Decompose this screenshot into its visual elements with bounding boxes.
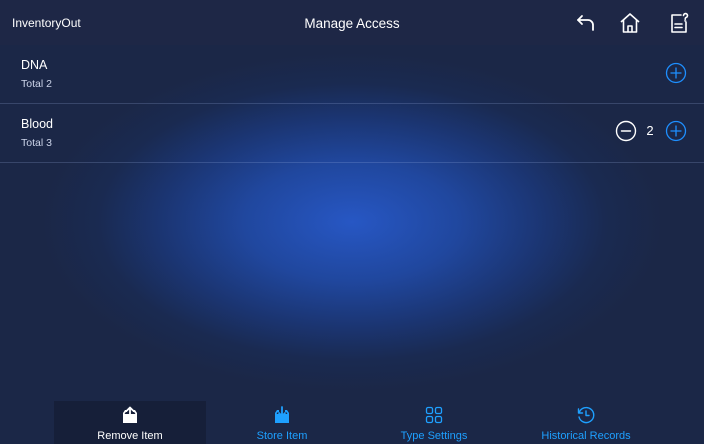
tray-upload-icon — [120, 405, 140, 425]
help-button[interactable] — [666, 10, 692, 36]
item-total: Total 3 — [21, 137, 52, 149]
plus-circle-icon — [665, 120, 687, 142]
increment-button[interactable] — [665, 62, 687, 84]
list-item: DNA Total 2 — [0, 45, 704, 104]
item-quantity: 2 — [646, 123, 654, 138]
back-button[interactable] — [573, 10, 599, 36]
back-arrow-icon — [577, 15, 594, 31]
decrement-button[interactable] — [615, 120, 637, 142]
nav-label: Type Settings — [400, 430, 468, 442]
nav-label: Store Item — [256, 430, 308, 442]
nav-historical-records[interactable]: Historical Records — [510, 401, 662, 444]
nav-label: Historical Records — [541, 430, 631, 442]
tray-download-icon — [272, 405, 292, 425]
nav-remove-item[interactable]: Remove Item — [54, 401, 206, 444]
item-name: DNA — [21, 58, 48, 72]
nav-store-item[interactable]: Store Item — [206, 401, 358, 444]
item-total: Total 2 — [21, 78, 52, 90]
header-bar: InventoryOut Manage Access — [0, 0, 704, 45]
home-button[interactable] — [617, 10, 643, 36]
plus-circle-icon — [665, 62, 687, 84]
bottom-nav: Remove Item Store Item Type Settings His… — [0, 401, 704, 444]
clipboard-help-icon — [671, 12, 689, 33]
nav-type-settings[interactable]: Type Settings — [358, 401, 510, 444]
history-clock-icon — [576, 405, 596, 425]
grid-icon — [424, 405, 444, 425]
list-item: Blood Total 3 2 — [0, 104, 704, 163]
increment-button[interactable] — [665, 120, 687, 142]
item-name: Blood — [21, 117, 53, 131]
app-screen: InventoryOut Manage Access DNA Total 2 B… — [0, 0, 704, 444]
nav-label: Remove Item — [97, 430, 163, 442]
minus-circle-icon — [615, 120, 637, 142]
home-icon — [620, 13, 640, 33]
